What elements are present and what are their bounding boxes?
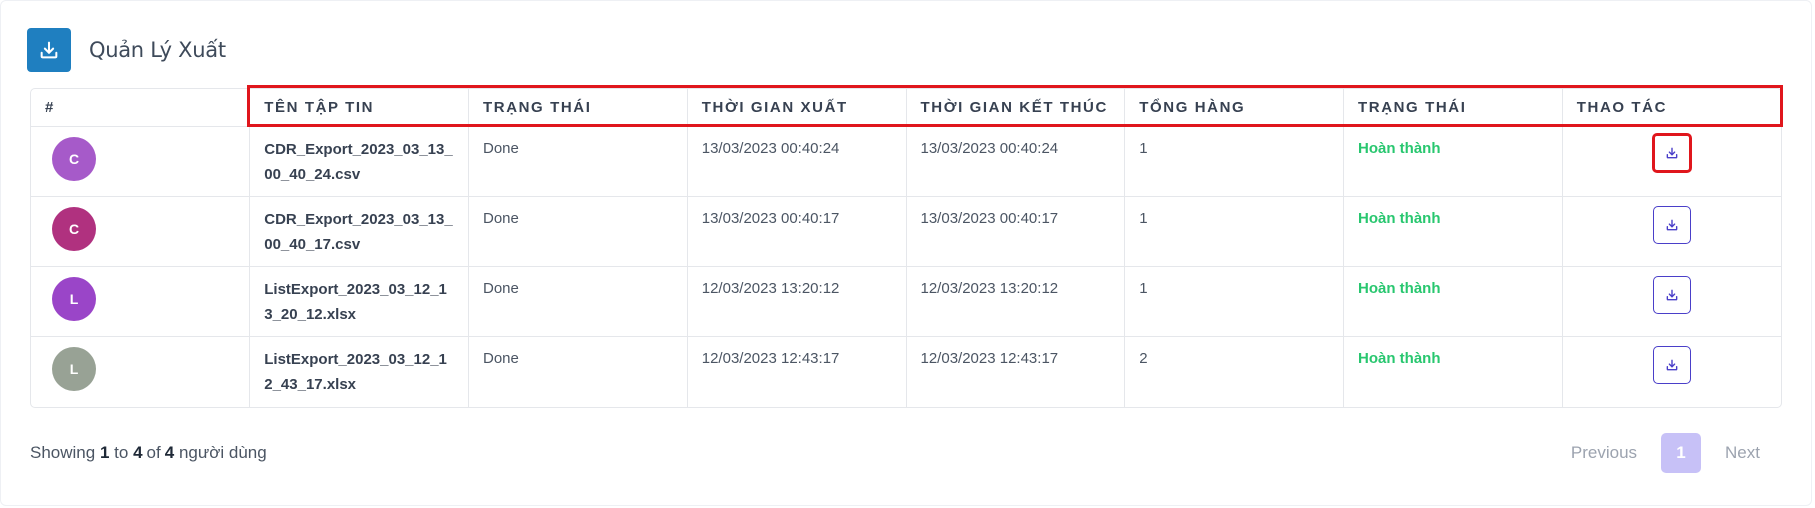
page-title: Quản Lý Xuất xyxy=(89,38,226,62)
col-end-time[interactable]: THỜI GIAN KẾT THÚC xyxy=(906,89,1126,127)
range-total: 4 xyxy=(164,443,175,462)
export-table: # TÊN TẬP TIN TRẠNG THÁI THỜI GIAN XUẤT … xyxy=(30,88,1782,408)
table-row: C CDR_Export_2023_03_13_00_40_24.csv Don… xyxy=(31,126,1781,197)
file-name: ListExport_2023_03_12_12_43_17.xlsx xyxy=(264,351,447,393)
col-export-time[interactable]: THỜI GIAN XUẤT xyxy=(687,89,907,127)
total-rows: 1 xyxy=(1124,196,1344,267)
table-row: L ListExport_2023_03_12_12_43_17.xlsx Do… xyxy=(31,336,1781,407)
previous-page-button[interactable]: Previous xyxy=(1571,443,1637,463)
total-rows: 1 xyxy=(1124,266,1344,337)
next-page-button[interactable]: Next xyxy=(1725,443,1760,463)
table-header-row: # TÊN TẬP TIN TRẠNG THÁI THỜI GIAN XUẤT … xyxy=(31,89,1781,127)
download-icon xyxy=(1666,289,1678,301)
file-name: ListExport_2023_03_12_13_20_12.xlsx xyxy=(264,281,447,323)
file-name: CDR_Export_2023_03_13_00_40_24.csv xyxy=(264,141,453,183)
of-label: of xyxy=(146,443,161,462)
download-icon xyxy=(1666,219,1678,231)
export-time: 13/03/2023 00:40:24 xyxy=(687,126,907,197)
col-actions: THAO TÁC xyxy=(1562,89,1781,127)
avatar: C xyxy=(52,137,96,181)
avatar: L xyxy=(52,347,96,391)
to-label: to xyxy=(114,443,129,462)
download-icon xyxy=(1666,147,1678,159)
export-management-card: Quản Lý Xuất # TÊN TẬP TIN TRẠNG THÁI TH… xyxy=(0,0,1812,506)
export-time: 12/03/2023 12:43:17 xyxy=(687,336,907,407)
file-name: CDR_Export_2023_03_13_00_40_17.csv xyxy=(264,211,453,253)
range-to: 4 xyxy=(133,443,143,462)
download-icon xyxy=(27,28,71,72)
status-badge: Hoàn thành xyxy=(1358,350,1441,367)
col-status[interactable]: TRẠNG THÁI xyxy=(1343,89,1563,127)
end-time: 13/03/2023 00:40:24 xyxy=(906,126,1126,197)
col-filename[interactable]: TÊN TẬP TIN xyxy=(249,89,469,127)
download-button[interactable] xyxy=(1652,206,1691,244)
pagination: Previous 1 Next xyxy=(1571,433,1782,473)
pagination-info: Showing 1 to 4 of 4 người dùng xyxy=(30,443,267,463)
avatar: L xyxy=(52,277,96,321)
download-button[interactable] xyxy=(1651,133,1692,173)
download-icon xyxy=(1666,359,1678,371)
table-row: C CDR_Export_2023_03_13_00_40_17.csv Don… xyxy=(31,196,1781,267)
table-row: L ListExport_2023_03_12_13_20_12.xlsx Do… xyxy=(31,266,1781,337)
table-footer: Showing 1 to 4 of 4 người dùng Previous 1 … xyxy=(30,433,1782,473)
export-time: 13/03/2023 00:40:17 xyxy=(687,196,907,267)
entity-label: người dùng xyxy=(178,443,267,462)
total-rows: 1 xyxy=(1124,126,1344,197)
status-badge: Hoàn thành xyxy=(1358,210,1441,227)
showing-label: Showing xyxy=(30,443,96,462)
download-button[interactable] xyxy=(1652,346,1691,384)
process-state: Done xyxy=(468,126,688,197)
col-state[interactable]: TRẠNG THÁI xyxy=(468,89,688,127)
download-button[interactable] xyxy=(1652,276,1691,314)
end-time: 13/03/2023 00:40:17 xyxy=(906,196,1126,267)
page-1-button[interactable]: 1 xyxy=(1661,433,1702,473)
export-time: 12/03/2023 13:20:12 xyxy=(687,266,907,337)
range-from: 1 xyxy=(99,443,110,462)
col-total-rows[interactable]: TỔNG HÀNG xyxy=(1124,89,1344,127)
process-state: Done xyxy=(468,336,688,407)
page-header: Quản Lý Xuất xyxy=(27,27,226,73)
col-index: # xyxy=(31,89,251,127)
process-state: Done xyxy=(468,266,688,337)
status-badge: Hoàn thành xyxy=(1358,140,1441,157)
total-rows: 2 xyxy=(1124,336,1344,407)
process-state: Done xyxy=(468,196,688,267)
status-badge: Hoàn thành xyxy=(1358,280,1441,297)
avatar: C xyxy=(52,207,96,251)
end-time: 12/03/2023 13:20:12 xyxy=(906,266,1126,337)
end-time: 12/03/2023 12:43:17 xyxy=(906,336,1126,407)
